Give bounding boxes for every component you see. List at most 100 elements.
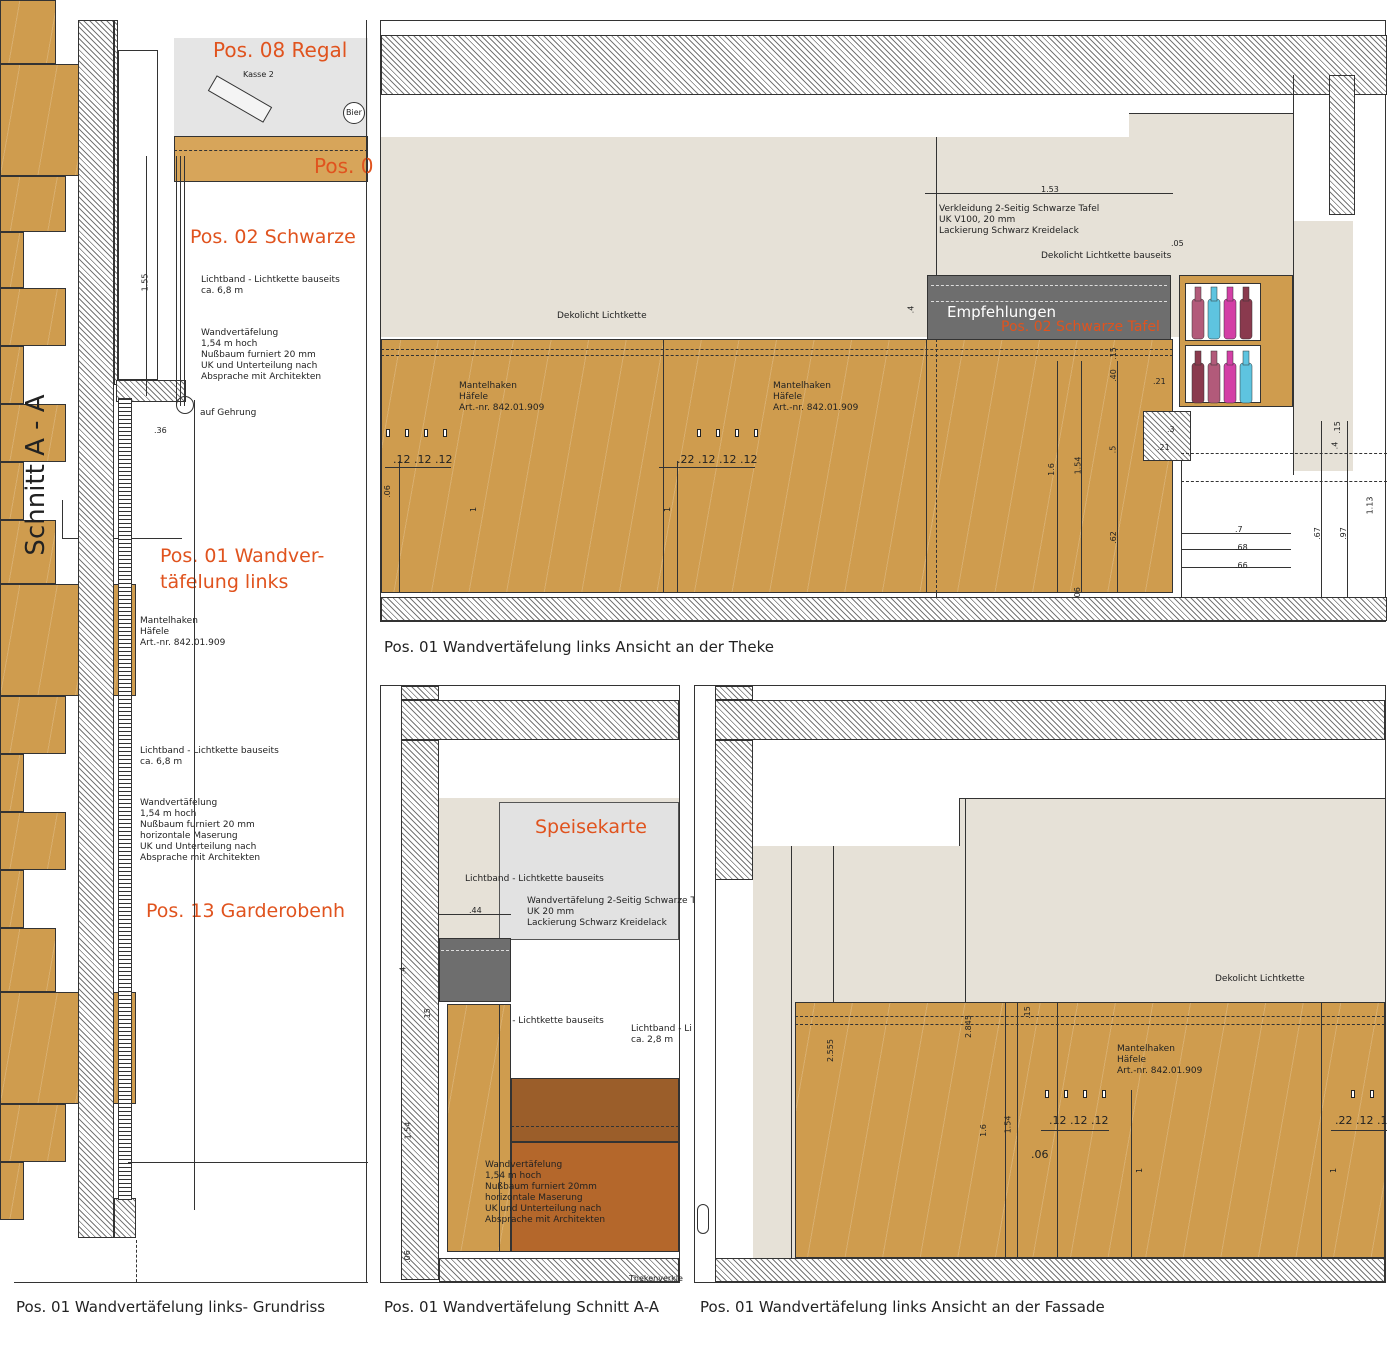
pos02-label: Pos. 02 Schwarze [190,226,356,248]
schnitt-board [439,938,511,1002]
dim-40: .40 [1108,369,1118,382]
table [0,232,24,288]
dim-154: 1.54 [1073,456,1083,475]
fassade-dims-a: .12 .12 .12 [1049,1114,1109,1127]
dim-4b: .4 [1330,441,1340,450]
fassade-mantelhaken-note: Mantelhaken Häfele Art.-nr. 842.01.909 [1117,1044,1203,1076]
dim-f154: 1.54 [1003,1115,1013,1134]
wandvert-note-b: Wandvertäfelung 1,54 m hoch Nußbaum furnie… [140,798,261,863]
counter-front [511,1078,679,1142]
wall-hatch [78,20,114,1238]
verkleidung-note: Verkleidung 2-Seitig Schwarze Tafel UK V1… [939,204,1100,236]
dekolicht-note: Dekolicht Lichtkette [557,311,647,321]
table [0,754,24,812]
dim-f15: .15 [1022,1006,1032,1019]
theke-elevation: 1.53 Verkleidung 2-Seitig Schwarze Tafel… [380,20,1387,622]
coat-hook [1351,1090,1355,1098]
lichtband-right-note: Lichtband - Li ca. 2,8 m [631,1024,692,1045]
bier-label: Bier [346,108,362,117]
pos13-label: Pos. 13 Garderobenh [146,900,346,922]
dim-f1b: 1 [1329,1167,1339,1174]
coat-hook [1102,1090,1106,1098]
dim-f16: 1.6 [978,1124,988,1137]
coat-hook [1083,1090,1087,1098]
dim-67: .67 [1312,527,1322,540]
coat-hook [443,429,447,437]
dim-66: .66 [1235,561,1248,570]
dim-1-mid: 1 [663,506,673,513]
dim-s15: .15 [422,1008,432,1021]
lichtband-top-note: Lichtband - Lichtkette bauseits [465,874,604,884]
dim-4: .4 [906,305,916,314]
dim-1-left: 1 [469,506,479,513]
door-handle-icon [697,1204,709,1234]
dim-68: .68 [1235,543,1248,552]
table [0,176,66,232]
table [0,0,56,64]
coat-hook [716,429,720,437]
fassade-dims-b: .22 .12 .1 [1335,1114,1388,1127]
coat-hook [1370,1090,1374,1098]
dim-155: 1.55 [140,273,150,292]
dim-s4: .4 [398,966,408,975]
lichtband-note-b: Lichtband - Lichtkette bauseits ca. 6,8 m [140,746,279,767]
wandvert-bottom-note: Wandvertäfelung 1,54 m hoch Nußbaum furnie… [485,1160,606,1225]
pos02-tafel-label: Pos. 02 Schwarze Tafel [1001,319,1160,335]
pos-cut-label: Pos. 0 [314,154,374,178]
schnitt-section: Speisekarte Lichtband - Lichtkette bause… [380,685,700,1283]
theke-caption: Pos. 01 Wandvertäfelung links Ansicht an… [384,638,775,656]
table [0,288,66,346]
mantelhaken-note-2: Mantelhaken Häfele Art.-nr. 842.01.909 [773,381,859,413]
floor-plan: Pos. 08 Regal Kasse 2 Bier Pos. 0 Pos. 0… [78,20,373,1283]
bottles-icon [1191,286,1253,404]
coat-hook [1045,1090,1049,1098]
dim-97: .97 [1338,527,1348,540]
dim-2845: 2.845 [963,1015,973,1038]
dims-left: .12 .12 .12 [393,453,453,466]
dim-15b: .15 [1332,421,1342,434]
dim-15: .15 [1108,347,1118,360]
fassade-dekolicht-note: Dekolicht Lichtkette [1215,974,1305,984]
dim-2555: 2.555 [825,1039,835,1062]
gehrung-label: auf Gehrung [200,408,257,418]
kasse-label: Kasse 2 [243,70,274,79]
pos01-label-b: täfelung links [160,571,289,593]
plan-caption: Pos. 01 Wandvertäfelung links- Grundriss [16,1298,326,1316]
dim-113: 1.13 [1365,496,1375,515]
dim-3: .3 [1167,425,1175,434]
dim-62: .62 [1108,531,1118,544]
gehrung-icon [176,396,194,414]
dim-7: .7 [1235,525,1243,534]
dim-05: .05 [1171,239,1184,248]
pos01-label-a: Pos. 01 Wandver- [160,545,325,567]
coat-hook [735,429,739,437]
schnitt-caption: Pos. 01 Wandvertäfelung Schnitt A-A [384,1298,660,1316]
coat-hook [424,429,428,437]
dim-153: 1.53 [1041,185,1059,194]
coat-hook [697,429,701,437]
dekolicht-bauseits-note: Dekolicht Lichtkette bauseits [1041,251,1172,261]
mantelhaken-note-1: Mantelhaken Häfele Art.-nr. 842.01.909 [459,381,545,413]
speisekarte-label: Speisekarte [535,816,647,838]
fassade-elevation: Dekolicht Lichtkette 2.555 2.845 .15 1.6… [694,685,1388,1283]
pos08-label: Pos. 08 Regal [213,38,348,62]
thekenverkl-label: Thekenverkle [629,1274,683,1283]
lichtband-note-a: Lichtband - Lichtkette bauseits ca. 6,8 m [201,275,340,296]
section-title: Schnitt A - A [6,380,66,580]
dim-21b: .21 [1157,443,1170,452]
dim-f06: .06 [1031,1148,1049,1161]
dim-16: 1.6 [1046,463,1056,476]
dims-mid: .22 .12 .12 .12 [677,453,758,466]
dim-s154: 1.54 [403,1121,413,1140]
table [0,928,56,992]
table [0,1162,24,1220]
wandvert-top-note: Wandvertäfelung 2-Seitig Schwarze Ta UK 2… [527,896,700,928]
dim-06: .06 [382,485,392,498]
coat-hook [405,429,409,437]
dim-21a: .21 [1153,377,1166,386]
coat-hook [754,429,758,437]
mantelhaken-note: Mantelhaken Häfele Art.-nr. 842.01.909 [140,616,226,648]
table [0,696,66,754]
dim-f1a: 1 [1135,1167,1145,1174]
section-title-text: Schnitt A - A [21,394,51,556]
